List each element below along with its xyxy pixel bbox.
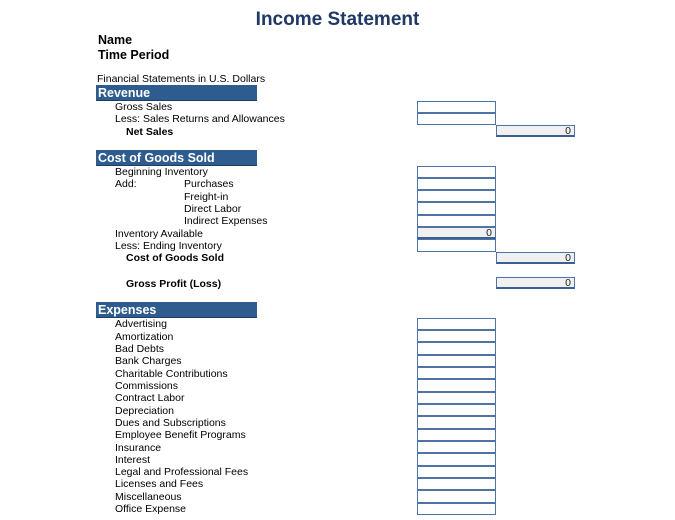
currency-note: Financial Statements in U.S. Dollars [97,73,266,85]
revenue-section-header: Revenue [96,85,257,101]
inventory-available-label: Inventory Available [115,227,203,240]
beginning-inventory-label: Beginning Inventory [115,166,208,178]
expense-item-input[interactable] [417,404,496,417]
expense-item-label: Office Expense [115,503,187,516]
expense-item-input[interactable] [417,441,496,454]
ending-inventory-label: Less: Ending Inventory [115,239,222,252]
page-title: Income Statement [255,9,420,30]
expense-item-input[interactable] [417,367,496,380]
inventory-available-total: 0 [417,227,496,240]
gross-profit-total: 0 [496,277,575,290]
expense-item-input[interactable] [417,453,496,466]
expense-item-label: Depreciation [115,404,174,417]
expense-item-input[interactable] [417,465,496,478]
purchases-input[interactable] [417,177,496,191]
expense-item-label: Advertising [115,318,167,331]
expense-item-label: Interest [115,453,151,466]
gross-sales-label: Gross Sales [115,101,173,113]
name-field-label[interactable]: Name [98,33,132,47]
expense-item-label: Licenses and Fees [115,478,204,491]
freight-in-input[interactable] [417,190,496,203]
sales-returns-input[interactable] [417,112,496,126]
expense-item-input[interactable] [417,416,496,429]
expense-item-input[interactable] [417,490,496,503]
direct-labor-label: Direct Labor [184,202,242,215]
ending-inventory-input[interactable] [417,239,496,252]
gross-profit-label: Gross Profit (Loss) [126,277,222,290]
freight-in-label: Freight-in [184,190,229,203]
gross-sales-input[interactable] [417,100,496,113]
cogs-total-label: Cost of Goods Sold [126,252,224,265]
expense-item-input[interactable] [417,391,496,405]
expense-item-input[interactable] [417,502,496,515]
expense-item-label: Amortization [115,330,174,343]
expense-item-label: Employee Benefit Programs [115,429,246,442]
expense-item-label: Miscellaneous [115,490,182,503]
expense-item-label: Commissions [115,379,179,392]
expense-item-label: Dues and Subscriptions [115,416,226,429]
net-sales-total: 0 [496,125,575,138]
cogs-total: 0 [496,251,575,264]
beginning-inventory-input[interactable] [417,165,496,178]
cogs-section-header: Cost of Goods Sold [96,150,257,166]
expense-item-input[interactable] [417,477,496,491]
expense-item-label: Insurance [115,441,162,454]
expense-item-label: Bank Charges [115,355,182,368]
time-period-label[interactable]: Time Period [98,48,169,62]
expense-item-label: Bad Debts [115,342,165,355]
expense-item-label: Legal and Professional Fees [115,466,249,479]
indirect-expenses-label: Indirect Expenses [184,215,268,228]
expense-item-label: Charitable Contributions [115,367,228,380]
expense-item-input[interactable] [417,330,496,343]
net-sales-label: Net Sales [126,125,174,138]
direct-labor-input[interactable] [417,202,496,215]
indirect-expenses-input[interactable] [417,214,496,227]
purchases-label: Purchases [184,178,234,191]
expense-item-input[interactable] [417,317,496,331]
expense-item-input[interactable] [417,342,496,355]
expense-item-input[interactable] [417,428,496,441]
add-label: Add: [115,178,137,191]
expense-item-input[interactable] [417,354,496,368]
expense-item-label: Contract Labor [115,392,185,405]
sales-returns-label: Less: Sales Returns and Allowances [115,113,285,126]
expense-item-input[interactable] [417,379,496,392]
expenses-section-header: Expenses [96,302,257,318]
